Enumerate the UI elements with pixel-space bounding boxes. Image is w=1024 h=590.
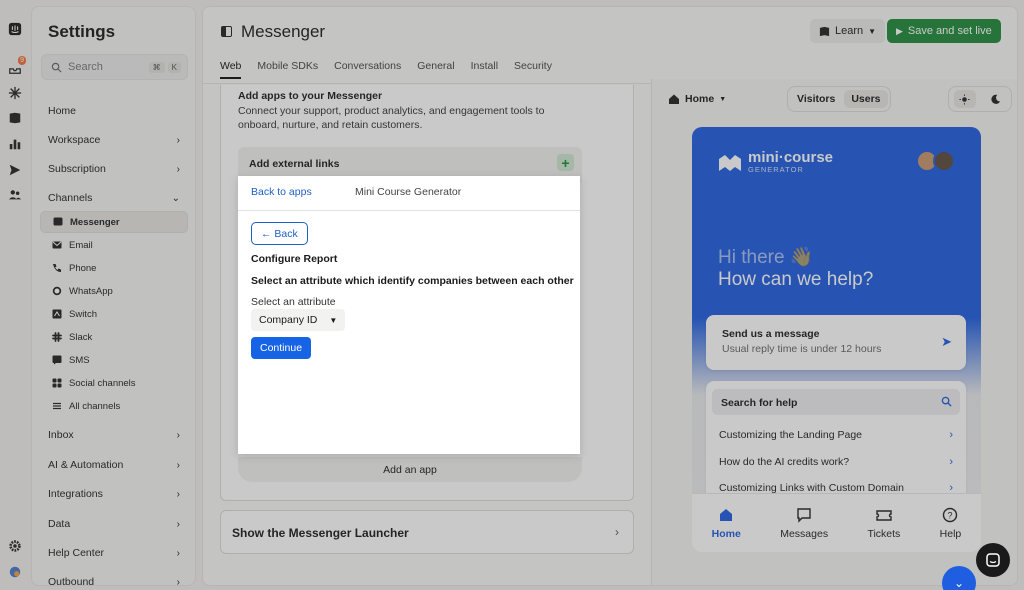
continue-button[interactable]: Continue [251, 337, 312, 359]
attribute-select[interactable]: Company ID ▼ [251, 309, 346, 331]
back-to-apps-link[interactable]: Back to apps [251, 186, 312, 198]
selected-attribute: Company ID [259, 314, 318, 326]
configure-app-modal: Back to apps Mini Course Generator ← Bac… [238, 176, 580, 454]
configure-report-heading: Configure Report [251, 253, 338, 265]
attribute-question: Select an attribute which identify compa… [251, 275, 574, 287]
app-name: Mini Course Generator [355, 186, 462, 198]
modal-header: Back to apps Mini Course Generator [238, 176, 580, 211]
chat-icon [986, 553, 1000, 567]
select-attribute-label: Select an attribute [251, 296, 336, 308]
chevron-down-icon: ⌄ [953, 576, 965, 590]
back-button[interactable]: ← Back [251, 222, 308, 245]
messenger-launcher-button[interactable] [976, 543, 1010, 577]
caret-down-icon: ▼ [329, 315, 338, 325]
